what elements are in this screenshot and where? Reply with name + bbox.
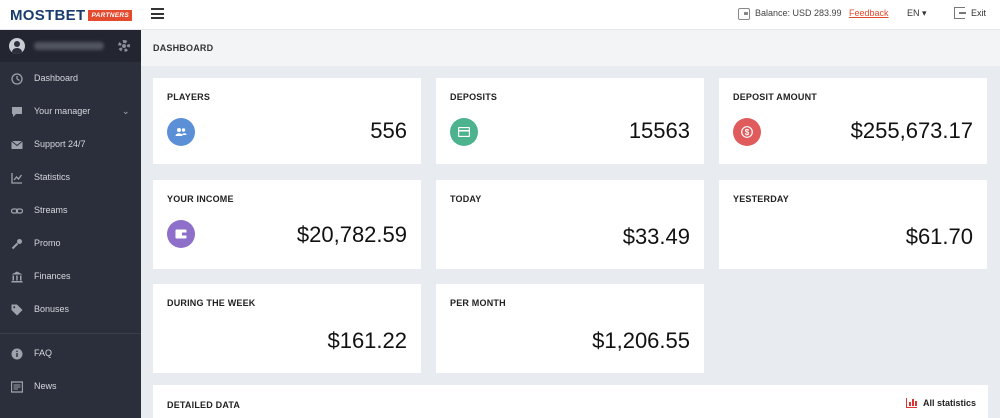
info-icon [11, 348, 23, 360]
news-icon [11, 381, 23, 393]
sidebar-item-bonuses[interactable]: Bonuses [0, 294, 141, 326]
top-bar: MOSTBET PARTNERS Balance: USD 283.99 Fee… [0, 0, 1000, 30]
card-per-month: PER MONTH $1,206.55 [436, 284, 704, 373]
chart-icon [11, 173, 23, 184]
card-value: $61.70 [905, 224, 973, 249]
users-icon [167, 118, 195, 146]
all-statistics-label: All statistics [922, 398, 976, 408]
sidebar-item-finances[interactable]: Finances [0, 261, 141, 293]
wallet-icon [738, 8, 750, 20]
card-title: DEPOSITS [450, 92, 498, 102]
sidebar-item-label: Promo [34, 238, 61, 248]
sidebar-item-faq[interactable]: FAQ [0, 338, 141, 370]
wallet-icon [167, 220, 195, 248]
card-deposit-amount: DEPOSIT AMOUNT $ $255,673.17 [719, 78, 987, 164]
sidebar-item-label: Streams [34, 205, 68, 215]
balance-label: Balance: USD 283.99 [755, 8, 842, 18]
sidebar: Dashboard Your manager ⌄ Support 24/7 St… [0, 30, 141, 418]
wrench-icon [11, 239, 22, 250]
card-title: PLAYERS [167, 92, 211, 102]
bar-chart-icon [905, 398, 917, 408]
dollar-coin-icon: $ [733, 118, 761, 146]
card-during-week: DURING THE WEEK $161.22 [153, 284, 421, 373]
card-title: YOUR INCOME [167, 194, 234, 204]
sidebar-item-label: Support 24/7 [34, 139, 86, 149]
card-title: DEPOSIT AMOUNT [733, 92, 817, 102]
sidebar-item-dashboard[interactable]: Dashboard [0, 63, 141, 95]
brand-badge: PARTNERS [88, 9, 132, 21]
card-value: 15563 [628, 118, 690, 143]
card-your-income: YOUR INCOME $20,782.59 [153, 180, 421, 269]
card-value: $161.22 [327, 328, 407, 353]
chevron-down-icon[interactable]: ⌄ [122, 106, 130, 117]
sidebar-divider [0, 333, 141, 334]
username-blurred [34, 42, 104, 50]
card-today: TODAY $33.49 [436, 180, 704, 269]
sidebar-item-statistics[interactable]: Statistics [0, 162, 141, 194]
exit-icon[interactable] [954, 7, 966, 19]
card-value: $255,673.17 [850, 118, 973, 143]
gear-icon[interactable] [118, 40, 130, 52]
card-title: DURING THE WEEK [167, 298, 256, 308]
section-title: DETAILED DATA [167, 400, 241, 410]
card-value: 556 [370, 118, 407, 143]
page-title: DASHBOARD [153, 43, 214, 53]
sidebar-item-label: News [34, 381, 57, 391]
card-title: TODAY [450, 194, 482, 204]
user-panel [0, 30, 141, 62]
envelope-icon [11, 140, 23, 149]
sidebar-item-news[interactable]: News [0, 371, 141, 403]
sidebar-item-label: Your manager [34, 106, 91, 116]
avatar[interactable] [9, 38, 25, 54]
sidebar-item-label: FAQ [34, 348, 53, 358]
tag-icon [11, 304, 23, 316]
sidebar-item-label: Bonuses [34, 304, 70, 314]
bank-icon [11, 271, 23, 283]
card-title: PER MONTH [450, 298, 506, 308]
card-players: PLAYERS 556 [153, 78, 421, 164]
dashboard-icon [11, 73, 23, 85]
sidebar-item-your-manager[interactable]: Your manager ⌄ [0, 96, 141, 128]
exit-button[interactable]: Exit [971, 8, 986, 18]
all-statistics-link[interactable]: All statistics [905, 398, 976, 408]
feedback-link[interactable]: Feedback [849, 8, 889, 18]
credit-card-icon [450, 118, 478, 146]
sidebar-item-label: Dashboard [34, 73, 79, 83]
breadcrumb: DASHBOARD [141, 30, 1000, 66]
brand-name: MOSTBET [10, 6, 86, 24]
svg-text:$: $ [745, 128, 750, 137]
sidebar-item-promo[interactable]: Promo [0, 228, 141, 260]
sidebar-item-label: Statistics [34, 172, 71, 182]
sidebar-item-streams[interactable]: Streams [0, 195, 141, 227]
brand-logo[interactable]: MOSTBET PARTNERS [10, 6, 132, 24]
detailed-data-panel: DETAILED DATA All statistics [153, 385, 988, 418]
card-title: YESTERDAY [733, 194, 789, 204]
sidebar-item-support[interactable]: Support 24/7 [0, 129, 141, 161]
link-icon [11, 208, 23, 214]
language-select[interactable]: EN ▾ [907, 8, 927, 19]
card-value: $20,782.59 [296, 222, 407, 247]
sidebar-item-label: Finances [34, 271, 71, 281]
card-value: $33.49 [622, 224, 690, 249]
card-yesterday: YESTERDAY $61.70 [719, 180, 987, 269]
card-value: $1,206.55 [592, 328, 690, 353]
chat-icon [12, 107, 22, 117]
menu-toggle-icon[interactable] [151, 8, 164, 19]
card-deposits: DEPOSITS 15563 [436, 78, 704, 164]
